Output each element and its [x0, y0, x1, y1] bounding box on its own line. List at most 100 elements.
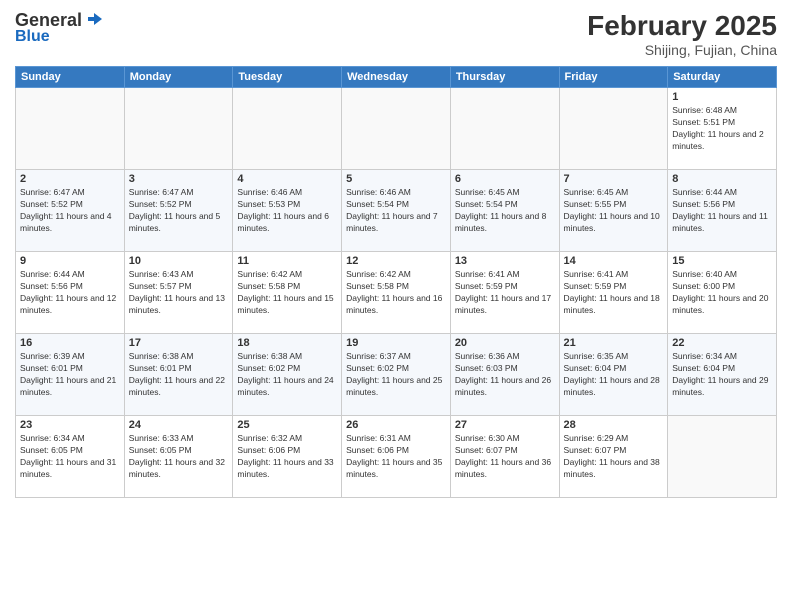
day-number: 12 — [346, 255, 446, 267]
calendar-cell: 10 Sunrise: 6:43 AM Sunset: 5:57 PM Dayli… — [124, 252, 233, 334]
day-info: Sunrise: 6:42 AM Sunset: 5:58 PM Dayligh… — [237, 269, 337, 317]
calendar-cell: 7 Sunrise: 6:45 AM Sunset: 5:55 PM Daylig… — [559, 170, 668, 252]
header: General Blue February 2025 Shijing, Fuji… — [15, 10, 777, 58]
day-number: 16 — [20, 337, 120, 349]
day-number: 9 — [20, 255, 120, 267]
day-info: Sunrise: 6:47 AM Sunset: 5:52 PM Dayligh… — [20, 187, 120, 235]
calendar-cell: 20 Sunrise: 6:36 AM Sunset: 6:03 PM Dayli… — [450, 334, 559, 416]
day-number: 25 — [237, 419, 337, 431]
day-info: Sunrise: 6:48 AM Sunset: 5:51 PM Dayligh… — [672, 105, 772, 153]
day-info: Sunrise: 6:42 AM Sunset: 5:58 PM Dayligh… — [346, 269, 446, 317]
calendar: SundayMondayTuesdayWednesdayThursdayFrid… — [15, 66, 777, 498]
day-info: Sunrise: 6:31 AM Sunset: 6:06 PM Dayligh… — [346, 433, 446, 481]
day-number: 11 — [237, 255, 337, 267]
calendar-cell: 19Sunrise: 6:37 AM Sunset: 6:02 PM Dayli… — [342, 334, 451, 416]
day-info: Sunrise: 6:39 AM Sunset: 6:01 PM Dayligh… — [20, 351, 120, 399]
day-info: Sunrise: 6:44 AM Sunset: 5:56 PM Dayligh… — [672, 187, 772, 235]
weekday-header: Monday — [124, 67, 233, 88]
day-number: 22 — [672, 337, 772, 349]
day-number: 6 — [455, 173, 555, 185]
day-number: 18 — [237, 337, 337, 349]
day-number: 26 — [346, 419, 446, 431]
calendar-cell: 11 Sunrise: 6:42 AM Sunset: 5:58 PM Dayli… — [233, 252, 342, 334]
day-info: Sunrise: 6:38 AM Sunset: 6:01 PM Dayligh… — [129, 351, 229, 399]
logo-flag-icon — [84, 11, 104, 31]
day-info: Sunrise: 6:46 AM Sunset: 5:53 PM Dayligh… — [237, 187, 337, 235]
month-title: February 2025 — [587, 10, 777, 42]
calendar-cell: 9 Sunrise: 6:44 AM Sunset: 5:56 PM Daylig… — [16, 252, 125, 334]
calendar-week-row: 16 Sunrise: 6:39 AM Sunset: 6:01 PM Dayli… — [16, 334, 777, 416]
calendar-cell: 22 Sunrise: 6:34 AM Sunset: 6:04 PM Dayli… — [668, 334, 777, 416]
day-number: 24 — [129, 419, 229, 431]
day-info: Sunrise: 6:43 AM Sunset: 5:57 PM Dayligh… — [129, 269, 229, 317]
weekday-header: Wednesday — [342, 67, 451, 88]
calendar-cell: 27 Sunrise: 6:30 AM Sunset: 6:07 PM Dayli… — [450, 416, 559, 498]
day-info: Sunrise: 6:37 AM Sunset: 6:02 PM Dayligh… — [346, 351, 446, 399]
day-info: Sunrise: 6:40 AM Sunset: 6:00 PM Dayligh… — [672, 269, 772, 317]
day-info: Sunrise: 6:32 AM Sunset: 6:06 PM Dayligh… — [237, 433, 337, 481]
day-info: Sunrise: 6:41 AM Sunset: 5:59 PM Dayligh… — [455, 269, 555, 317]
day-number: 15 — [672, 255, 772, 267]
day-info: Sunrise: 6:36 AM Sunset: 6:03 PM Dayligh… — [455, 351, 555, 399]
calendar-week-row: 1Sunrise: 6:48 AM Sunset: 5:51 PM Daylig… — [16, 88, 777, 170]
calendar-header-row: SundayMondayTuesdayWednesdayThursdayFrid… — [16, 67, 777, 88]
day-number: 14 — [564, 255, 664, 267]
day-number: 27 — [455, 419, 555, 431]
calendar-cell: 28 Sunrise: 6:29 AM Sunset: 6:07 PM Dayli… — [559, 416, 668, 498]
day-number: 28 — [564, 419, 664, 431]
weekday-header: Thursday — [450, 67, 559, 88]
calendar-cell: 21Sunrise: 6:35 AM Sunset: 6:04 PM Dayli… — [559, 334, 668, 416]
calendar-week-row: 9 Sunrise: 6:44 AM Sunset: 5:56 PM Daylig… — [16, 252, 777, 334]
calendar-cell — [559, 88, 668, 170]
calendar-cell: 12 Sunrise: 6:42 AM Sunset: 5:58 PM Dayli… — [342, 252, 451, 334]
calendar-cell: 25 Sunrise: 6:32 AM Sunset: 6:06 PM Dayli… — [233, 416, 342, 498]
day-info: Sunrise: 6:29 AM Sunset: 6:07 PM Dayligh… — [564, 433, 664, 481]
title-block: February 2025 Shijing, Fujian, China — [587, 10, 777, 58]
weekday-header: Sunday — [16, 67, 125, 88]
calendar-cell — [668, 416, 777, 498]
day-info: Sunrise: 6:45 AM Sunset: 5:54 PM Dayligh… — [455, 187, 555, 235]
day-number: 7 — [564, 173, 664, 185]
calendar-week-row: 2 Sunrise: 6:47 AM Sunset: 5:52 PM Daylig… — [16, 170, 777, 252]
calendar-cell: 4Sunrise: 6:46 AM Sunset: 5:53 PM Daylig… — [233, 170, 342, 252]
calendar-cell — [124, 88, 233, 170]
day-info: Sunrise: 6:41 AM Sunset: 5:59 PM Dayligh… — [564, 269, 664, 317]
day-number: 20 — [455, 337, 555, 349]
day-info: Sunrise: 6:44 AM Sunset: 5:56 PM Dayligh… — [20, 269, 120, 317]
calendar-cell: 14 Sunrise: 6:41 AM Sunset: 5:59 PM Dayli… — [559, 252, 668, 334]
day-number: 23 — [20, 419, 120, 431]
calendar-cell: 26 Sunrise: 6:31 AM Sunset: 6:06 PM Dayli… — [342, 416, 451, 498]
calendar-cell: 23Sunrise: 6:34 AM Sunset: 6:05 PM Dayli… — [16, 416, 125, 498]
calendar-cell: 3Sunrise: 6:47 AM Sunset: 5:52 PM Daylig… — [124, 170, 233, 252]
day-info: Sunrise: 6:47 AM Sunset: 5:52 PM Dayligh… — [129, 187, 229, 235]
day-info: Sunrise: 6:33 AM Sunset: 6:05 PM Dayligh… — [129, 433, 229, 481]
day-number: 2 — [20, 173, 120, 185]
day-info: Sunrise: 6:45 AM Sunset: 5:55 PM Dayligh… — [564, 187, 664, 235]
calendar-cell — [16, 88, 125, 170]
day-number: 8 — [672, 173, 772, 185]
page: General Blue February 2025 Shijing, Fuji… — [0, 0, 792, 612]
calendar-cell — [450, 88, 559, 170]
calendar-cell: 1Sunrise: 6:48 AM Sunset: 5:51 PM Daylig… — [668, 88, 777, 170]
day-info: Sunrise: 6:34 AM Sunset: 6:04 PM Dayligh… — [672, 351, 772, 399]
logo-blue-text: Blue — [15, 28, 50, 46]
calendar-cell: 18 Sunrise: 6:38 AM Sunset: 6:02 PM Dayli… — [233, 334, 342, 416]
day-number: 17 — [129, 337, 229, 349]
calendar-cell: 5Sunrise: 6:46 AM Sunset: 5:54 PM Daylig… — [342, 170, 451, 252]
calendar-week-row: 23Sunrise: 6:34 AM Sunset: 6:05 PM Dayli… — [16, 416, 777, 498]
calendar-cell: 2 Sunrise: 6:47 AM Sunset: 5:52 PM Daylig… — [16, 170, 125, 252]
calendar-cell: 8 Sunrise: 6:44 AM Sunset: 5:56 PM Daylig… — [668, 170, 777, 252]
calendar-cell: 17 Sunrise: 6:38 AM Sunset: 6:01 PM Dayli… — [124, 334, 233, 416]
calendar-cell: 6 Sunrise: 6:45 AM Sunset: 5:54 PM Daylig… — [450, 170, 559, 252]
day-info: Sunrise: 6:38 AM Sunset: 6:02 PM Dayligh… — [237, 351, 337, 399]
day-number: 5 — [346, 173, 446, 185]
day-info: Sunrise: 6:30 AM Sunset: 6:07 PM Dayligh… — [455, 433, 555, 481]
calendar-cell: 24 Sunrise: 6:33 AM Sunset: 6:05 PM Dayli… — [124, 416, 233, 498]
calendar-cell — [342, 88, 451, 170]
calendar-cell: 16 Sunrise: 6:39 AM Sunset: 6:01 PM Dayli… — [16, 334, 125, 416]
day-number: 10 — [129, 255, 229, 267]
calendar-cell: 13 Sunrise: 6:41 AM Sunset: 5:59 PM Dayli… — [450, 252, 559, 334]
calendar-cell: 15 Sunrise: 6:40 AM Sunset: 6:00 PM Dayli… — [668, 252, 777, 334]
calendar-cell — [233, 88, 342, 170]
day-number: 13 — [455, 255, 555, 267]
